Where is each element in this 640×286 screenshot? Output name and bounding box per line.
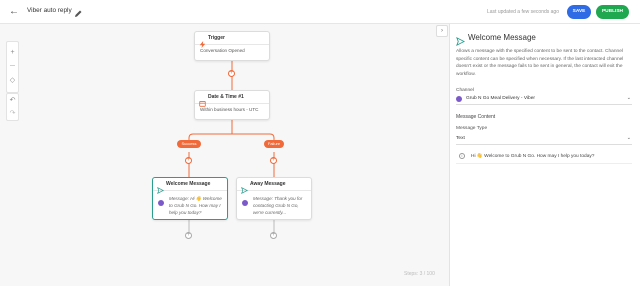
date-time-title: Date & Time #1 bbox=[208, 94, 244, 100]
send-icon bbox=[456, 33, 466, 47]
message-content-heading: Message Content bbox=[456, 114, 496, 120]
add-step-failure-button[interactable]: + bbox=[270, 157, 277, 164]
message-type-label: Message Type bbox=[456, 126, 488, 131]
workflow-canvas[interactable]: + — ◇ ↶ ↷ Trigger Conversation Opened + bbox=[0, 24, 449, 286]
calendar-icon bbox=[199, 94, 206, 107]
chevron-down-icon: ⌄ bbox=[626, 135, 631, 141]
steps-counter: Steps: 3 / 100 bbox=[404, 271, 435, 277]
failure-branch-badge: Failure bbox=[264, 140, 284, 148]
panel-description: Allows a message with the specified cont… bbox=[456, 49, 624, 77]
back-arrow-icon[interactable]: ← bbox=[8, 6, 20, 18]
add-step-after-welcome-button[interactable]: + bbox=[185, 232, 192, 239]
message-type-value: Text bbox=[456, 136, 465, 141]
panel-title: Welcome Message bbox=[468, 33, 536, 42]
date-time-description: Within business hours - UTC bbox=[200, 107, 259, 112]
publish-button[interactable]: PUBLISH bbox=[596, 5, 629, 19]
flow-title: Viber auto reply bbox=[27, 7, 72, 14]
pencil-icon[interactable] bbox=[73, 6, 83, 17]
last-updated-text: Last updated a few seconds ago bbox=[487, 9, 559, 15]
away-message-node[interactable]: Away Message Message: Thank you for cont… bbox=[236, 177, 312, 220]
send-icon bbox=[241, 181, 249, 195]
viber-icon bbox=[242, 200, 248, 206]
message-text-value: Hi 👋 Welcome to Grub N Go. How may I hel… bbox=[471, 154, 595, 159]
channel-value: Grub N Go Meal Delivery - Viber bbox=[466, 96, 535, 101]
trigger-description: Conversation Opened bbox=[200, 48, 245, 53]
channel-label: Channel bbox=[456, 88, 474, 93]
save-button[interactable]: SAVE bbox=[567, 5, 591, 19]
away-message-title: Away Message bbox=[250, 181, 286, 187]
message-text-field[interactable]: i Hi 👋 Welcome to Grub N Go. How may I h… bbox=[456, 150, 632, 164]
viber-icon bbox=[158, 200, 164, 206]
add-step-after-away-button[interactable]: + bbox=[270, 232, 277, 239]
success-branch-badge: Success bbox=[177, 140, 201, 148]
welcome-message-preview: Message: Hi 👋 Welcome to Grub N Go. How … bbox=[169, 196, 222, 215]
top-bar: ← Viber auto reply Last updated a few se… bbox=[0, 0, 640, 24]
message-type-select[interactable]: Text ⌄ bbox=[456, 135, 632, 145]
add-step-success-button[interactable]: + bbox=[185, 157, 192, 164]
trigger-node[interactable]: Trigger Conversation Opened bbox=[194, 31, 270, 61]
add-step-button[interactable]: + bbox=[228, 70, 235, 77]
lightning-icon bbox=[199, 35, 206, 48]
trigger-title: Trigger bbox=[208, 35, 225, 41]
flow-connectors bbox=[188, 61, 275, 232]
info-icon: i bbox=[459, 153, 465, 159]
collapse-panel-button[interactable]: › bbox=[436, 25, 448, 37]
welcome-message-title: Welcome Message bbox=[166, 181, 211, 187]
channel-select[interactable]: Grub N Go Meal Delivery - Viber ⌄ bbox=[456, 95, 632, 105]
date-time-node[interactable]: Date & Time #1 Within business hours - U… bbox=[194, 90, 270, 120]
away-message-preview: Message: Thank you for contacting Grub N… bbox=[253, 196, 303, 215]
welcome-message-node[interactable]: Welcome Message Message: Hi 👋 Welcome to… bbox=[152, 177, 228, 220]
send-icon bbox=[157, 181, 165, 195]
chevron-down-icon: ⌄ bbox=[626, 95, 631, 101]
